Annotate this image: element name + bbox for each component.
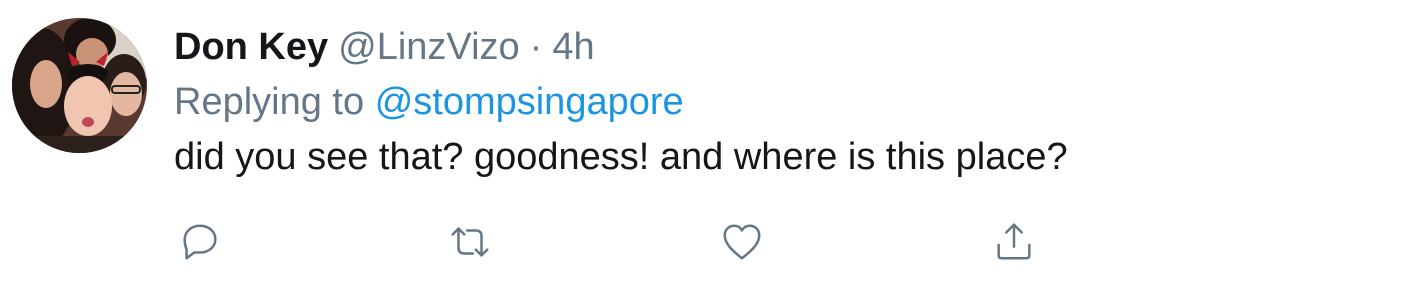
avatar-image <box>12 18 147 153</box>
share-button[interactable] <box>990 218 1038 266</box>
tweet-header: Don Key @LinzVizo · 4h <box>174 24 1404 70</box>
avatar[interactable] <box>12 18 147 153</box>
replying-to-label: Replying to <box>174 81 365 123</box>
share-icon <box>997 223 1031 260</box>
retweet-button[interactable] <box>446 218 494 266</box>
replying-to-line: Replying to @stompsingapore <box>174 79 1404 125</box>
retweet-icon <box>451 227 489 257</box>
like-icon <box>723 224 761 260</box>
tweet-content: Don Key @LinzVizo · 4h Replying to @stom… <box>174 24 1404 180</box>
author-name[interactable]: Don Key <box>174 24 328 70</box>
replying-to-mention[interactable]: @stompsingapore <box>375 81 684 123</box>
reply-icon <box>183 224 217 260</box>
reply-button[interactable] <box>176 218 224 266</box>
tweet-text: did you see that? goodness! and where is… <box>174 136 1068 178</box>
author-handle[interactable]: @LinzVizo <box>338 24 520 70</box>
timestamp[interactable]: 4h <box>552 24 594 70</box>
tweet[interactable]: Don Key @LinzVizo · 4h Replying to @stom… <box>0 0 1428 288</box>
separator-dot: · <box>529 26 543 68</box>
like-button[interactable] <box>718 218 766 266</box>
